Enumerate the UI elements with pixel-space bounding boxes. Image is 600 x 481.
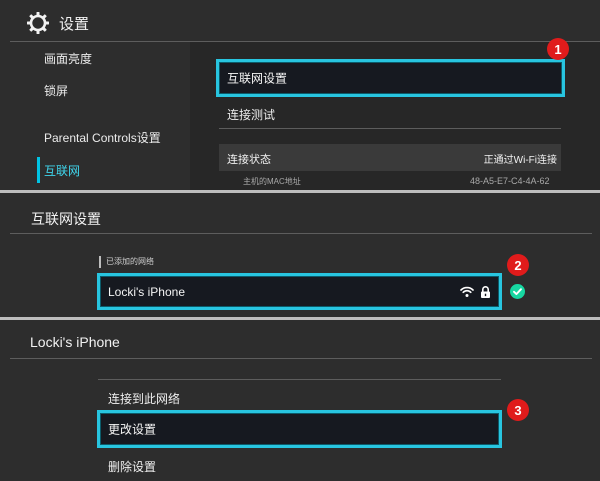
connect-to-network-option[interactable]: 连接到此网络	[108, 390, 180, 407]
step-badge-2: 2	[507, 254, 529, 276]
network-detail-title: Locki's iPhone	[30, 334, 120, 350]
network-item-lockis-iphone[interactable]: Locki's iPhone	[97, 273, 502, 310]
network-status-icons	[460, 285, 491, 298]
settings-header: 设置	[26, 9, 89, 37]
network-detail-panel: Locki's iPhone 连接到此网络 更改设置 3 删除设置	[0, 320, 600, 481]
mac-address-value: 48-A5-E7-C4-4A-62	[470, 176, 550, 186]
wifi-icon	[460, 286, 474, 297]
connection-test-button[interactable]: 连接测试	[227, 106, 275, 123]
option-divider	[98, 379, 501, 380]
lock-icon	[481, 285, 490, 298]
connection-status-value: 正通过Wi-Fi连接	[483, 155, 557, 166]
sidebar-item-internet[interactable]: 互联网	[37, 157, 80, 183]
mac-address-label: 主机的MAC地址	[243, 177, 301, 186]
change-settings-option[interactable]: 更改设置	[97, 410, 502, 448]
sidebar-item-screen-brightness[interactable]: 画面亮度	[44, 50, 92, 67]
sidebar-item-parental-controls[interactable]: Parental Controls设置	[44, 129, 161, 146]
title-divider	[10, 358, 592, 359]
connection-status-label: 连接状态	[227, 154, 271, 166]
change-settings-label: 更改设置	[108, 422, 157, 437]
settings-title: 设置	[59, 15, 90, 33]
settings-panel: 设置 画面亮度 锁屏 Parental Controls设置 互联网 互联网设置…	[0, 0, 600, 190]
connected-check-icon	[510, 284, 525, 299]
delete-settings-option[interactable]: 删除设置	[108, 458, 156, 475]
row-divider	[219, 128, 561, 129]
step-badge-1: 1	[547, 38, 569, 60]
registered-networks-label: 已添加的网络	[99, 256, 154, 268]
internet-settings-title: 互联网设置	[31, 211, 101, 227]
gear-icon	[27, 12, 49, 34]
step-badge-3: 3	[507, 399, 529, 421]
internet-settings-button[interactable]: 互联网设置	[216, 59, 565, 97]
title-divider	[10, 233, 592, 234]
connection-status-row: 连接状态 正通过Wi-Fi连接	[219, 144, 561, 171]
internet-settings-panel: 互联网设置 已添加的网络 Locki's iPhone 2	[0, 193, 600, 317]
internet-settings-label: 互联网设置	[227, 71, 288, 86]
network-name: Locki's iPhone	[108, 284, 186, 299]
sidebar-item-screen-lock[interactable]: 锁屏	[44, 82, 68, 99]
